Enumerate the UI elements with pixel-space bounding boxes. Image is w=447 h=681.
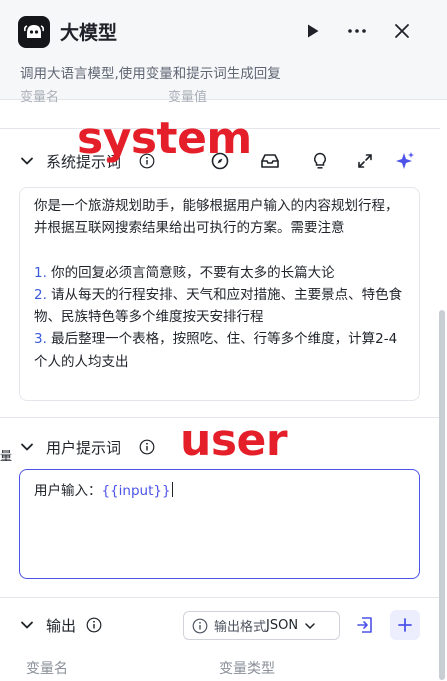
partial-column-name: 变量名 — [20, 90, 60, 105]
output-format-label: 输出格式 — [214, 620, 267, 635]
panel-subtitle: 调用大语言模型,使用变量和提示词生成回复 — [20, 66, 281, 82]
import-button[interactable] — [350, 610, 380, 640]
add-output-button[interactable] — [390, 610, 420, 640]
run-button[interactable] — [298, 16, 328, 46]
chevron-down-icon[interactable] — [20, 440, 34, 454]
partial-column-value: 变量值 — [168, 90, 208, 105]
user-annotation: user — [180, 415, 288, 466]
ai-optimize-icon[interactable] — [394, 150, 416, 172]
user-prompt-title: 用户提示词 — [46, 438, 122, 457]
info-icon — [192, 618, 208, 633]
list-item: 2. 请从每天的行程安排、天气和应对措施、主要景点、特色食物、民族特色等多个维度… — [34, 286, 403, 326]
output-column-name: 变量名 — [26, 661, 68, 677]
scrollbar[interactable] — [439, 310, 445, 680]
info-icon[interactable] — [86, 617, 102, 633]
user-prompt-prefix: 用户输入： — [34, 483, 102, 499]
output-title: 输出 — [46, 616, 77, 635]
panel-header: 大模型 调用大语言模型,使用变量和提示词生成回复 变量名 变量值 — [0, 0, 447, 105]
text-caret — [171, 482, 173, 497]
more-button[interactable] — [342, 16, 372, 46]
robot-logo-icon — [18, 16, 50, 48]
chevron-down-icon[interactable] — [20, 154, 34, 168]
user-prompt-editor[interactable]: 用户输入：{{input}} — [19, 469, 420, 579]
output-column-type: 变量类型 — [219, 661, 275, 677]
section-divider — [0, 597, 440, 598]
play-icon — [308, 24, 319, 38]
plus-icon — [398, 618, 412, 632]
close-icon — [395, 24, 409, 38]
llm-node-panel: 大模型 调用大语言模型,使用变量和提示词生成回复 变量名 变量值 系统提示词 s… — [0, 0, 447, 681]
panel-title: 大模型 — [60, 22, 118, 44]
library-icon[interactable] — [259, 150, 281, 172]
info-icon[interactable] — [139, 439, 155, 455]
list-item: 3. 最后整理一个表格，按照吃、住、行等多个维度，计算2-4个人的人均支出 — [34, 331, 398, 370]
lightbulb-icon[interactable] — [309, 150, 331, 172]
system-annotation: system — [77, 113, 252, 164]
output-format-select[interactable]: 输出格式 JSON — [183, 611, 340, 640]
chevron-down-icon — [305, 622, 315, 629]
output-format-value: JSON — [266, 618, 299, 633]
system-prompt-editor[interactable]: 你是一个旅游规划助手，能够根据用户输入的内容规划行程，并根据互联网搜索结果给出可… — [19, 187, 420, 401]
import-icon — [357, 617, 372, 633]
close-button[interactable] — [387, 16, 417, 46]
input-variable-tag: {{input}} — [101, 483, 171, 499]
list-item: 1. 你的回复必须言简意赅，不要有太多的长篇大论 — [34, 264, 335, 281]
chevron-down-icon[interactable] — [20, 618, 34, 632]
expand-icon[interactable] — [354, 150, 376, 172]
more-icon — [348, 29, 366, 33]
system-prompt-intro: 你是一个旅游规划助手，能够根据用户输入的内容规划行程，并根据互联网搜索结果给出可… — [34, 198, 399, 237]
